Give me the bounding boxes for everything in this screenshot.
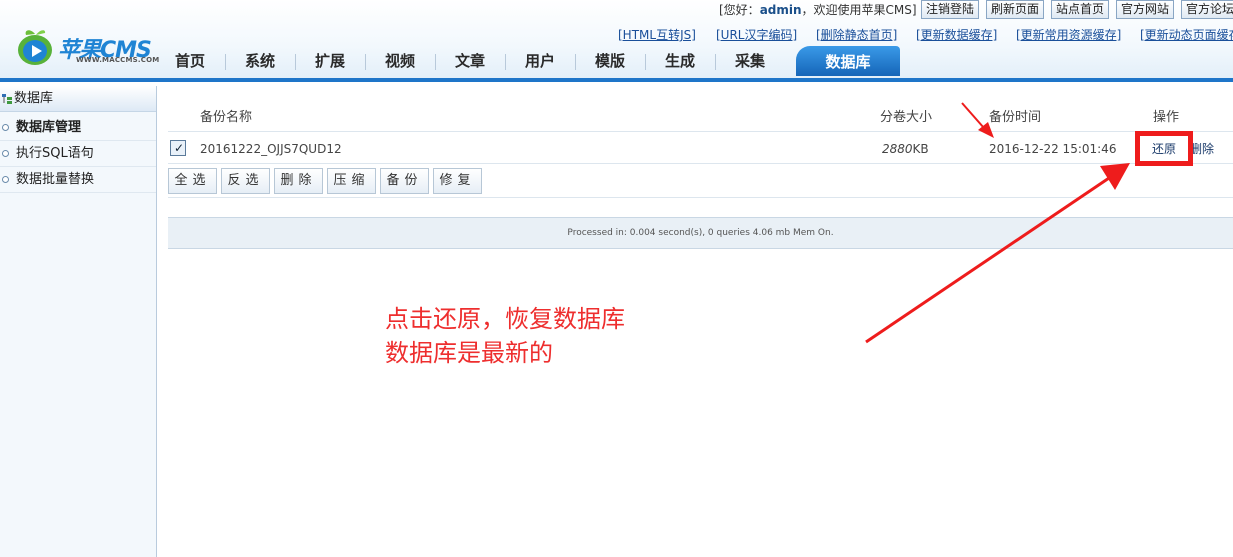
processed-footer: Processed in: 0.004 second(s), 0 queries… (168, 217, 1233, 249)
refresh-page-button[interactable]: 刷新页面 (986, 0, 1045, 19)
volume-size-value: 2880 (882, 142, 913, 156)
select-all-button[interactable]: 全选 (168, 168, 217, 194)
annotation-line-1: 点击还原，恢复数据库 (385, 305, 625, 333)
nav-collect[interactable]: 采集 (715, 50, 785, 76)
backup-time: 2016-12-22 15:01:46 (989, 142, 1117, 156)
sidebar-item-execute-sql[interactable]: 执行SQL语句 (0, 141, 156, 167)
sidebar-item-label: 执行SQL语句 (16, 146, 94, 161)
row-divider (168, 131, 1233, 132)
backup-button[interactable]: 备份 (380, 168, 429, 194)
link-url-encode[interactable]: [URL汉字编码] (716, 26, 797, 43)
sidebar-title: 数据库 (0, 86, 156, 112)
repair-button[interactable]: 修复 (433, 168, 482, 194)
header-volume-size: 分卷大小 (880, 110, 933, 125)
logo[interactable]: 苹果CMS WWW.MACCMS.COM (14, 24, 159, 70)
volume-size: 2880KB (882, 142, 929, 156)
sidebar-item-batch-replace[interactable]: 数据批量替换 (0, 167, 156, 193)
circle-bullet-icon (2, 124, 9, 131)
compress-button[interactable]: 压缩 (327, 168, 376, 194)
official-forum-button[interactable]: 官方论坛 (1181, 0, 1233, 19)
official-site-button[interactable]: 官方网站 (1116, 0, 1175, 19)
circle-bullet-icon (2, 176, 9, 183)
tree-icon (2, 94, 12, 104)
nav-video[interactable]: 视频 (365, 50, 435, 76)
welcome-text: [您好：admin，欢迎使用苹果CMS] (719, 1, 917, 18)
sidebar-title-text: 数据库 (14, 91, 54, 106)
row-divider (168, 197, 1233, 198)
delete-button[interactable]: 删除 (274, 168, 323, 194)
circle-bullet-icon (2, 150, 9, 157)
header-backup-name: 备份名称 (200, 110, 253, 125)
delete-link[interactable]: 删除 (1190, 140, 1214, 157)
nav-extend[interactable]: 扩展 (295, 50, 365, 76)
nav-home[interactable]: 首页 (155, 50, 225, 76)
sidebar: 数据库 数据库管理 执行SQL语句 数据批量替换 (0, 86, 157, 557)
header-backup-time: 备份时间 (989, 110, 1042, 125)
highlight-box (1135, 131, 1193, 166)
welcome-suffix: ，欢迎使用苹果CMS] (801, 3, 917, 17)
sidebar-item-label: 数据批量替换 (16, 172, 95, 187)
link-html-to-js[interactable]: [HTML互转JS] (618, 26, 696, 43)
site-home-button[interactable]: 站点首页 (1051, 0, 1110, 19)
username: admin (759, 3, 802, 17)
link-delete-static-home[interactable]: [删除静态首页] (816, 26, 897, 43)
nav-template[interactable]: 模版 (575, 50, 645, 76)
nav-article[interactable]: 文章 (435, 50, 505, 76)
logout-button[interactable]: 注销登陆 (921, 0, 980, 19)
link-update-dynamic-cache[interactable]: [更新动态页面缓存 (1140, 26, 1233, 43)
sidebar-item-database-manage[interactable]: 数据库管理 (0, 115, 156, 141)
apple-logo-icon (18, 30, 52, 65)
annotation-line-2: 数据库是最新的 (385, 339, 553, 367)
row-divider (168, 163, 1233, 164)
link-update-data-cache[interactable]: [更新数据缓存] (916, 26, 997, 43)
volume-size-unit: KB (912, 142, 929, 156)
arrow-to-restore-icon (865, 163, 1130, 344)
link-update-resource-cache[interactable]: [更新常用资源缓存] (1016, 26, 1121, 43)
annotation-text: 点击还原，恢复数据库 数据库是最新的 (385, 302, 625, 370)
invert-select-button[interactable]: 反选 (221, 168, 270, 194)
welcome-prefix: [您好： (719, 3, 760, 17)
header-operations: 操作 (1153, 110, 1180, 125)
nav-user[interactable]: 用户 (505, 50, 575, 76)
nav-database-active[interactable]: 数据库 (796, 46, 900, 76)
backup-name: 20161222_OJJS7QUD12 (200, 142, 342, 156)
nav-system[interactable]: 系统 (225, 50, 295, 76)
header: 苹果CMS WWW.MACCMS.COM [您好：admin，欢迎使用苹果CMS… (0, 0, 1233, 82)
checkmark-icon: ✓ (174, 141, 185, 155)
logo-url: WWW.MACCMS.COM (76, 56, 160, 64)
sidebar-item-label: 数据库管理 (16, 120, 82, 135)
annotation-arrows (865, 102, 1130, 344)
nav-generate[interactable]: 生成 (645, 50, 715, 76)
row-checkbox[interactable]: ✓ (170, 140, 186, 156)
